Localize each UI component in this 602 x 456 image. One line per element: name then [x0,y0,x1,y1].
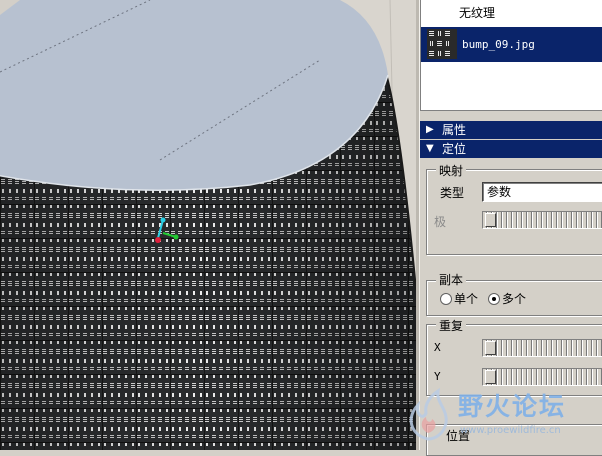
pole-label: 极 [434,215,447,229]
type-select-value: 参数 [487,185,512,199]
copies-multiple-label: 多个 [502,292,527,306]
positioning-body: 映射 类型 参数 极 副本 单个 多个 重复 X Y 位置 [420,159,602,456]
repeat-x-label: X [434,341,441,354]
section-positioning-label: 定位 [442,142,467,156]
pole-slider[interactable] [482,211,602,229]
section-attributes-header[interactable]: ▶ 属性 [420,121,602,139]
pole-slider-knob[interactable] [485,213,496,227]
repeat-y-label: Y [434,370,441,383]
position-label: 位置 [446,429,471,443]
section-attributes-label: 属性 [442,123,467,137]
caret-right-icon: ▶ [426,124,434,135]
repeat-y-slider-knob[interactable] [485,370,496,384]
copies-multiple-radio[interactable] [488,293,500,305]
copies-single-radio[interactable] [440,293,452,305]
texture-item-none[interactable]: 无纹理 [421,0,602,26]
copies-group-title: 副本 [436,271,467,288]
texture-list[interactable]: 无纹理 bump_09.jpg [420,0,602,111]
mapping-group-title: 映射 [436,162,467,179]
type-select[interactable]: 参数 [482,182,602,202]
repeat-x-slider[interactable] [482,339,602,357]
texture-item-label: 无纹理 [459,6,496,20]
texture-thumbnail [427,29,457,59]
section-positioning-header[interactable]: ▼ 定位 [420,140,602,158]
repeat-group-title: 重复 [436,317,467,334]
type-label: 类型 [440,186,465,200]
caret-down-icon: ▼ [426,143,434,154]
textured-cylinder-scene [0,0,416,450]
repeat-x-slider-knob[interactable] [485,341,496,355]
repeat-y-slider[interactable] [482,368,602,386]
texture-file-name: bump_09.jpg [462,38,535,51]
texture-item-selected[interactable]: bump_09.jpg [421,27,602,62]
texture-properties-panel: 无纹理 bump_09.jpg ▶ 属性 ▼ 定位 映射 类型 参数 极 副本 … [416,0,602,456]
copies-single-label: 单个 [454,292,479,306]
3d-viewport[interactable] [0,0,416,450]
